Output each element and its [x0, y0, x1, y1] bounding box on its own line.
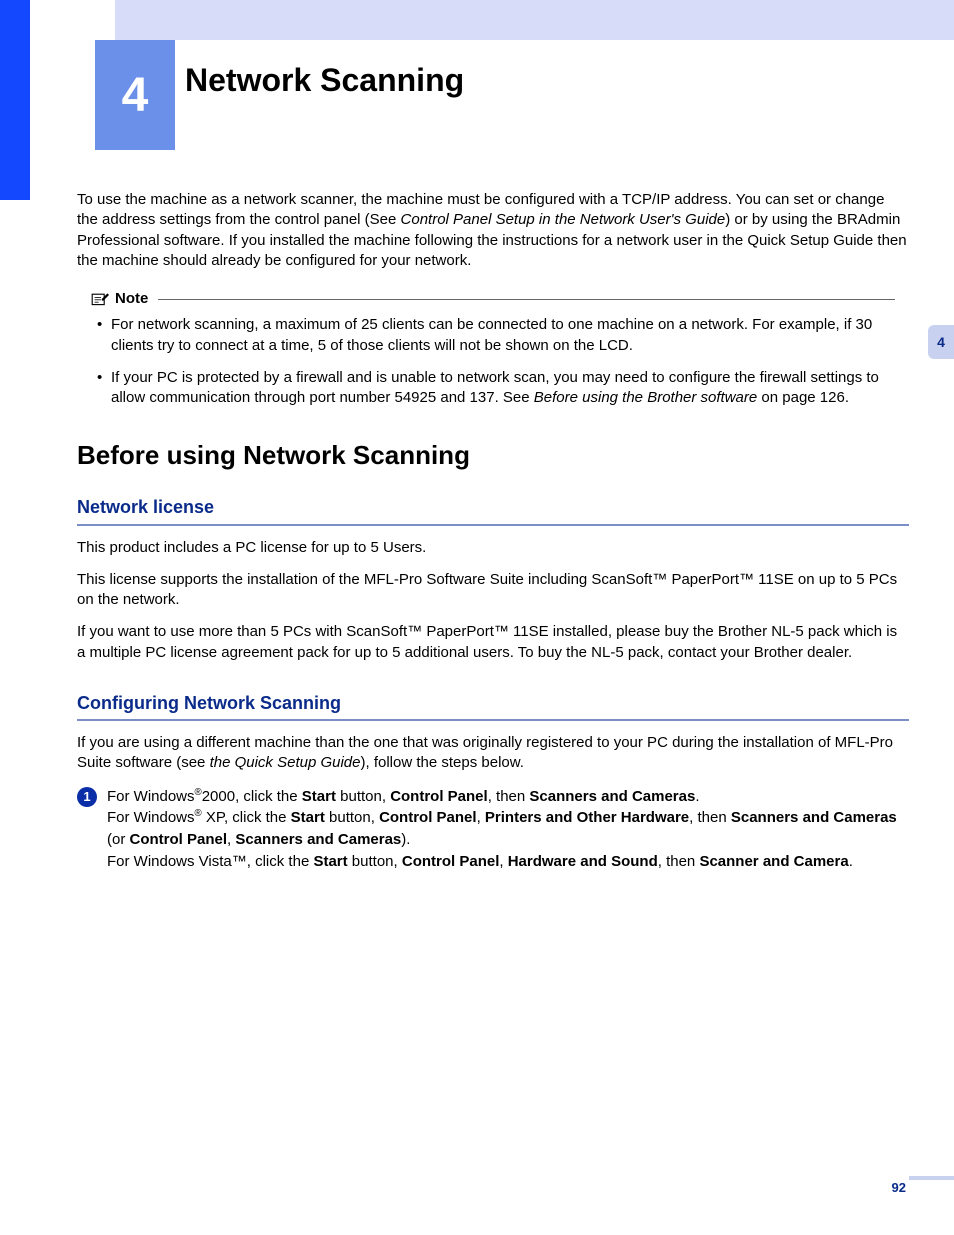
pencil-note-icon	[91, 291, 111, 307]
chapter-title: Network Scanning	[185, 62, 464, 99]
top-header-band	[115, 0, 954, 40]
note-label: Note	[115, 289, 148, 309]
section-heading: Before using Network Scanning	[77, 438, 909, 473]
intro-paragraph: To use the machine as a network scanner,…	[77, 190, 909, 271]
body-text: If you are using a different machine tha…	[77, 733, 909, 774]
page-number: 92	[892, 1180, 906, 1195]
subsection-heading-config: Configuring Network Scanning	[77, 691, 909, 721]
body-text: If you want to use more than 5 PCs with …	[77, 622, 909, 663]
chapter-side-tab[interactable]: 4	[928, 325, 954, 359]
subsection-heading-license: Network license	[77, 495, 909, 525]
chapter-number-badge: 4	[95, 40, 175, 150]
body-text: This license supports the installation o…	[77, 570, 909, 611]
left-accent-bar	[0, 0, 30, 200]
note-rule	[158, 299, 895, 300]
note-block: Note For network scanning, a maximum of …	[91, 289, 895, 408]
step-body: For Windows®2000, click the Start button…	[107, 786, 909, 873]
body-text: This product includes a PC license for u…	[77, 538, 909, 558]
page-footer-bar	[909, 1176, 954, 1180]
step-number-bullet: 1	[77, 787, 97, 807]
step-1: 1 For Windows®2000, click the Start butt…	[77, 786, 909, 873]
note-item: For network scanning, a maximum of 25 cl…	[97, 315, 895, 356]
note-item: If your PC is protected by a firewall an…	[97, 368, 895, 409]
